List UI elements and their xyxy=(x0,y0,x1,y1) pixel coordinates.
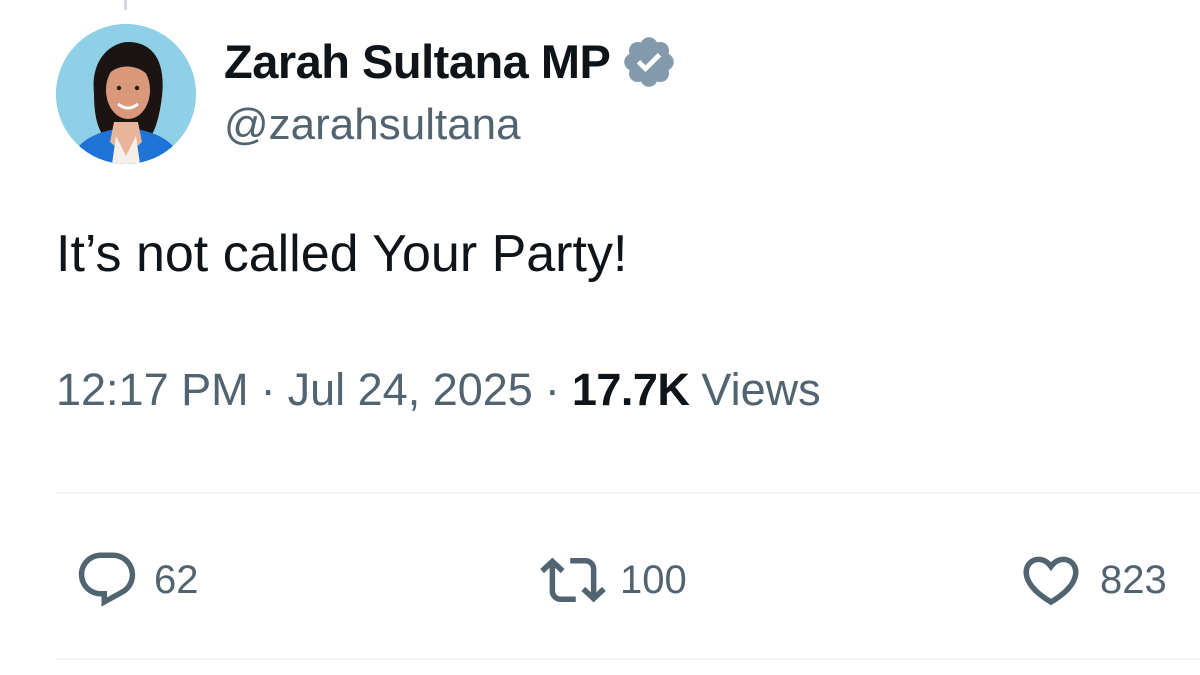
divider xyxy=(56,658,1200,660)
like-button[interactable]: 823 xyxy=(1016,535,1167,625)
author-name-row: Zarah Sultana MP xyxy=(224,30,678,92)
verified-badge-icon[interactable] xyxy=(620,33,678,91)
tweet-detail: Zarah Sultana MP @zarahsultana It’s not … xyxy=(0,0,1200,675)
meta-separator: · xyxy=(260,364,276,415)
tweet-meta: 12:17 PM · Jul 24, 2025 · 17.7K Views xyxy=(56,364,821,416)
tweet-date[interactable]: Jul 24, 2025 xyxy=(288,364,533,416)
retweet-count: 100 xyxy=(620,557,687,602)
views-label: Views xyxy=(701,364,821,415)
thread-connector-line xyxy=(124,0,127,10)
reply-count: 62 xyxy=(154,557,199,602)
tweet-time[interactable]: 12:17 PM xyxy=(56,364,249,416)
author-handle[interactable]: @zarahsultana xyxy=(224,100,678,150)
like-count: 823 xyxy=(1100,557,1167,602)
heart-icon xyxy=(1016,547,1086,613)
reply-icon xyxy=(74,547,140,613)
reply-button[interactable]: 62 xyxy=(74,535,199,625)
retweet-icon xyxy=(540,547,606,613)
divider xyxy=(56,492,1200,494)
meta-separator: · xyxy=(544,364,560,415)
avatar-portrait xyxy=(56,24,196,164)
views-count[interactable]: 17.7K xyxy=(572,364,690,416)
author-display-name[interactable]: Zarah Sultana MP xyxy=(224,34,611,89)
avatar[interactable] xyxy=(56,24,196,164)
retweet-button[interactable]: 100 xyxy=(540,535,687,625)
tweet-text: It’s not called Your Party! xyxy=(56,225,628,283)
author-block: Zarah Sultana MP @zarahsultana xyxy=(224,30,678,170)
action-bar: 62 100 823 xyxy=(56,535,1200,625)
